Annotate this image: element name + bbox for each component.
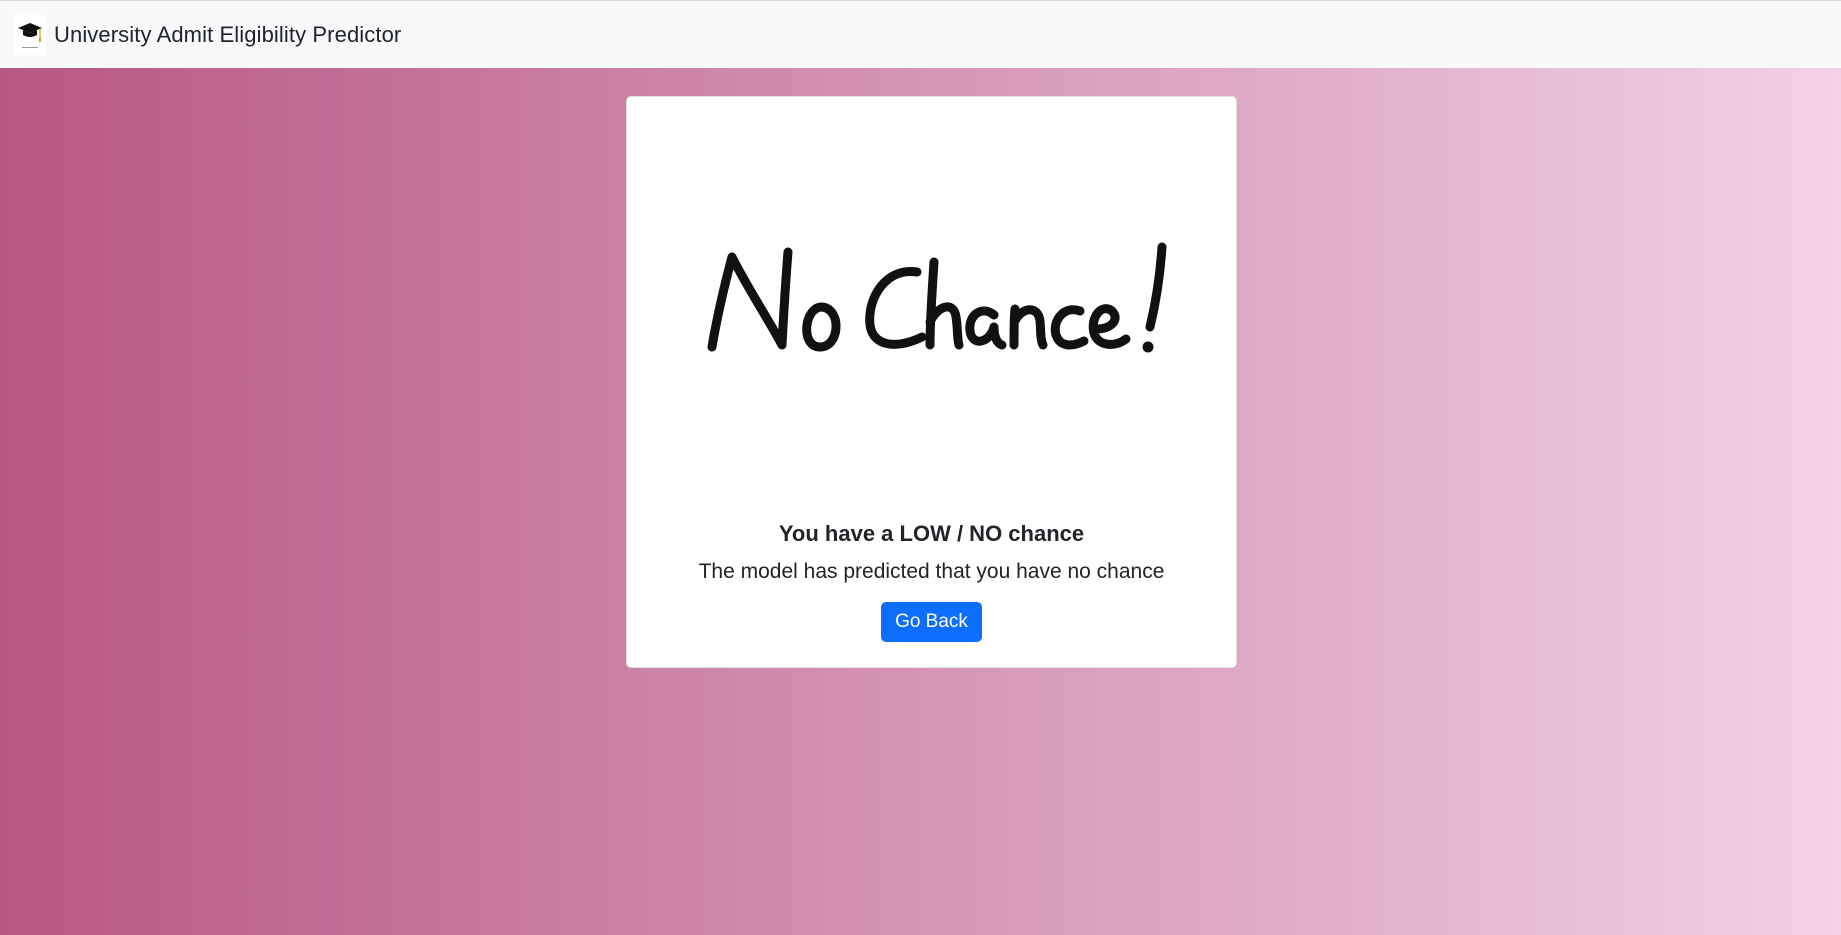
- result-message: The model has predicted that you have no…: [698, 560, 1165, 584]
- result-title: You have a LOW / NO chance: [778, 521, 1085, 546]
- go-back-button[interactable]: Go Back: [881, 601, 982, 643]
- card-body: You have a LOW / NO chance The model has…: [627, 521, 1236, 643]
- no-chance-image: [627, 97, 1236, 497]
- navbar: University Admit Eligibility Predictor: [0, 0, 1841, 68]
- result-card: You have a LOW / NO chance The model has…: [626, 96, 1237, 668]
- app-title[interactable]: University Admit Eligibility Predictor: [54, 22, 401, 48]
- graduation-cap-icon[interactable]: [14, 14, 46, 55]
- no-chance-handwriting: [707, 242, 1166, 353]
